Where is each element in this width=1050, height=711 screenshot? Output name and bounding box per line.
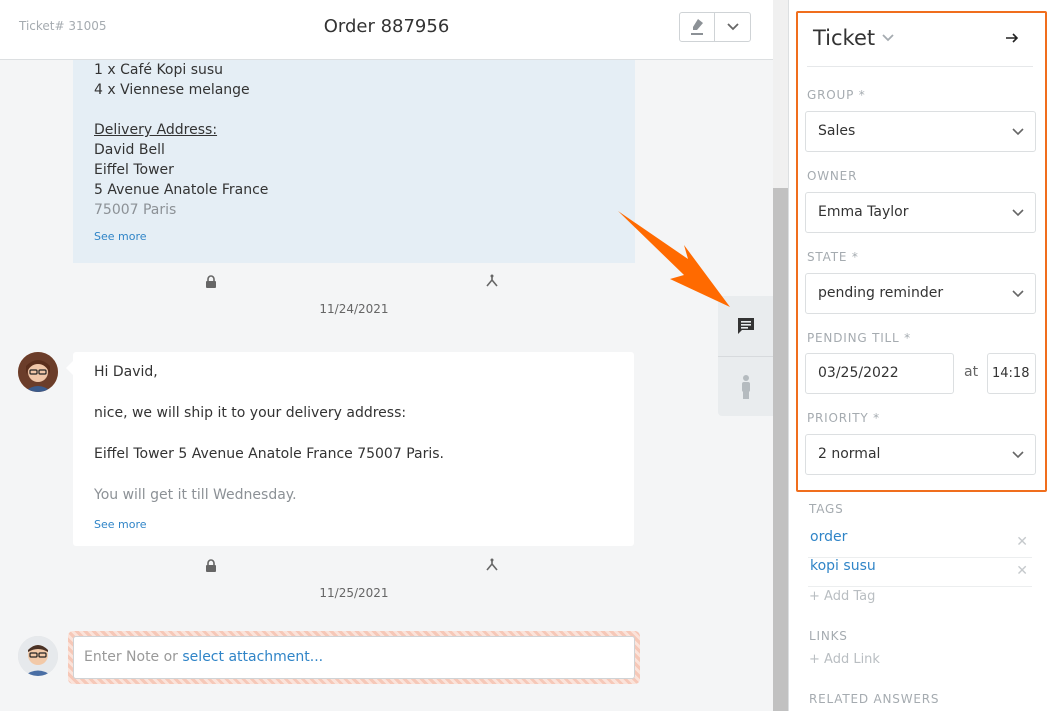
tags-label: TAGS — [809, 502, 844, 516]
edit-button[interactable] — [680, 13, 715, 41]
pending-date-input[interactable]: 03/25/2022 — [805, 353, 954, 394]
state-select[interactable]: pending reminder — [805, 273, 1036, 314]
panel-title-text: Ticket — [813, 26, 876, 50]
group-value: Sales — [818, 123, 856, 139]
owner-label: OWNER — [807, 169, 858, 183]
article-line — [94, 100, 614, 120]
priority-value: 2 normal — [818, 446, 881, 462]
tag-item: kopi susu ✕ — [808, 558, 1032, 587]
article-line: David Bell — [94, 142, 165, 158]
ticket-title[interactable]: Order 887956 — [0, 16, 773, 37]
state-value: pending reminder — [818, 285, 944, 301]
ticket-header: Ticket# 31005 Order 887956 — [0, 0, 773, 60]
arrow-right-icon[interactable] — [1004, 30, 1020, 46]
split-icon[interactable] — [485, 558, 499, 572]
remove-tag-icon[interactable]: ✕ — [1016, 563, 1028, 579]
group-select[interactable]: Sales — [805, 111, 1036, 152]
article-paragraph: Eiffel Tower 5 Avenue Anatole France 750… — [94, 446, 444, 462]
article-date: 11/25/2021 — [319, 586, 389, 600]
avatar-current-user[interactable] — [18, 636, 58, 676]
add-link-link[interactable]: + Add Link — [809, 652, 880, 667]
avatar-man-icon — [18, 636, 58, 676]
priority-select[interactable]: 2 normal — [805, 434, 1036, 475]
annotation-arrow-icon — [618, 211, 730, 307]
tag-link[interactable]: order — [810, 529, 847, 545]
avatar-agent[interactable] — [18, 352, 58, 392]
at-label: at — [964, 364, 979, 380]
pending-time-input[interactable]: 14:18 — [987, 353, 1036, 394]
lock-icon[interactable] — [204, 275, 218, 289]
chevron-down-icon — [726, 23, 739, 31]
priority-label: PRIORITY * — [807, 411, 880, 425]
state-label: STATE * — [807, 250, 859, 264]
panel-divider — [807, 66, 1033, 67]
article-line: 1 x Café Kopi susu — [94, 62, 224, 78]
group-label: GROUP * — [807, 88, 866, 102]
article-line-heading: Delivery Address: — [94, 122, 218, 138]
article-line: Eiffel Tower — [94, 162, 174, 178]
avatar-woman-icon — [18, 352, 58, 392]
select-attachment-link[interactable]: select attachment... — [182, 649, 323, 665]
owner-value: Emma Taylor — [818, 204, 909, 220]
pending-till-label: PENDING TILL * — [807, 331, 911, 345]
article-line: 4 x Viennese melange — [94, 82, 250, 98]
tag-item: order ✕ — [808, 529, 1032, 558]
panel-title[interactable]: Ticket — [813, 26, 894, 50]
add-tag-link[interactable]: + Add Tag — [809, 589, 875, 604]
highlighter-icon — [691, 19, 703, 35]
person-icon — [742, 374, 750, 399]
links-label: LINKS — [809, 629, 848, 643]
chevron-down-icon — [882, 34, 894, 42]
owner-select[interactable]: Emma Taylor — [805, 192, 1036, 233]
article-line: 5 Avenue Anatole France — [94, 182, 269, 198]
scrollbar[interactable] — [773, 0, 788, 711]
scrollbar-thumb[interactable] — [773, 188, 788, 711]
chevron-down-icon — [1012, 451, 1024, 459]
see-more-link[interactable]: See more — [94, 227, 614, 247]
chevron-down-icon — [1012, 209, 1024, 217]
lock-icon[interactable] — [204, 559, 218, 573]
chevron-down-icon — [1012, 128, 1024, 136]
note-placeholder: Enter Note or — [84, 649, 183, 665]
article-paragraph: Hi David, — [94, 364, 158, 380]
article-internal-order: 1 x Café Kopi susu 4 x Viennese melange … — [73, 60, 635, 263]
header-menu-button[interactable] — [715, 13, 750, 41]
article-date: 11/24/2021 — [319, 302, 389, 316]
article-paragraph: nice, we will ship it to your delivery a… — [94, 405, 407, 421]
split-icon[interactable] — [485, 274, 499, 288]
article-paragraph: You will get it till Wednesday. — [94, 487, 297, 503]
article-line: 75007 Paris — [94, 202, 177, 218]
note-input[interactable]: Enter Note or select attachment... — [73, 636, 635, 679]
chat-bubble-icon — [738, 318, 754, 334]
tab-customer[interactable] — [718, 356, 774, 416]
note-input-highlight: Enter Note or select attachment... — [68, 631, 640, 684]
chevron-down-icon — [1012, 290, 1024, 298]
article-reply: Hi David, nice, we will ship it to your … — [73, 352, 634, 546]
related-answers-label: RELATED ANSWERS — [809, 692, 940, 706]
header-actions — [679, 12, 751, 42]
tag-link[interactable]: kopi susu — [810, 558, 876, 574]
see-more-link[interactable]: See more — [94, 515, 613, 535]
remove-tag-icon[interactable]: ✕ — [1016, 534, 1028, 550]
